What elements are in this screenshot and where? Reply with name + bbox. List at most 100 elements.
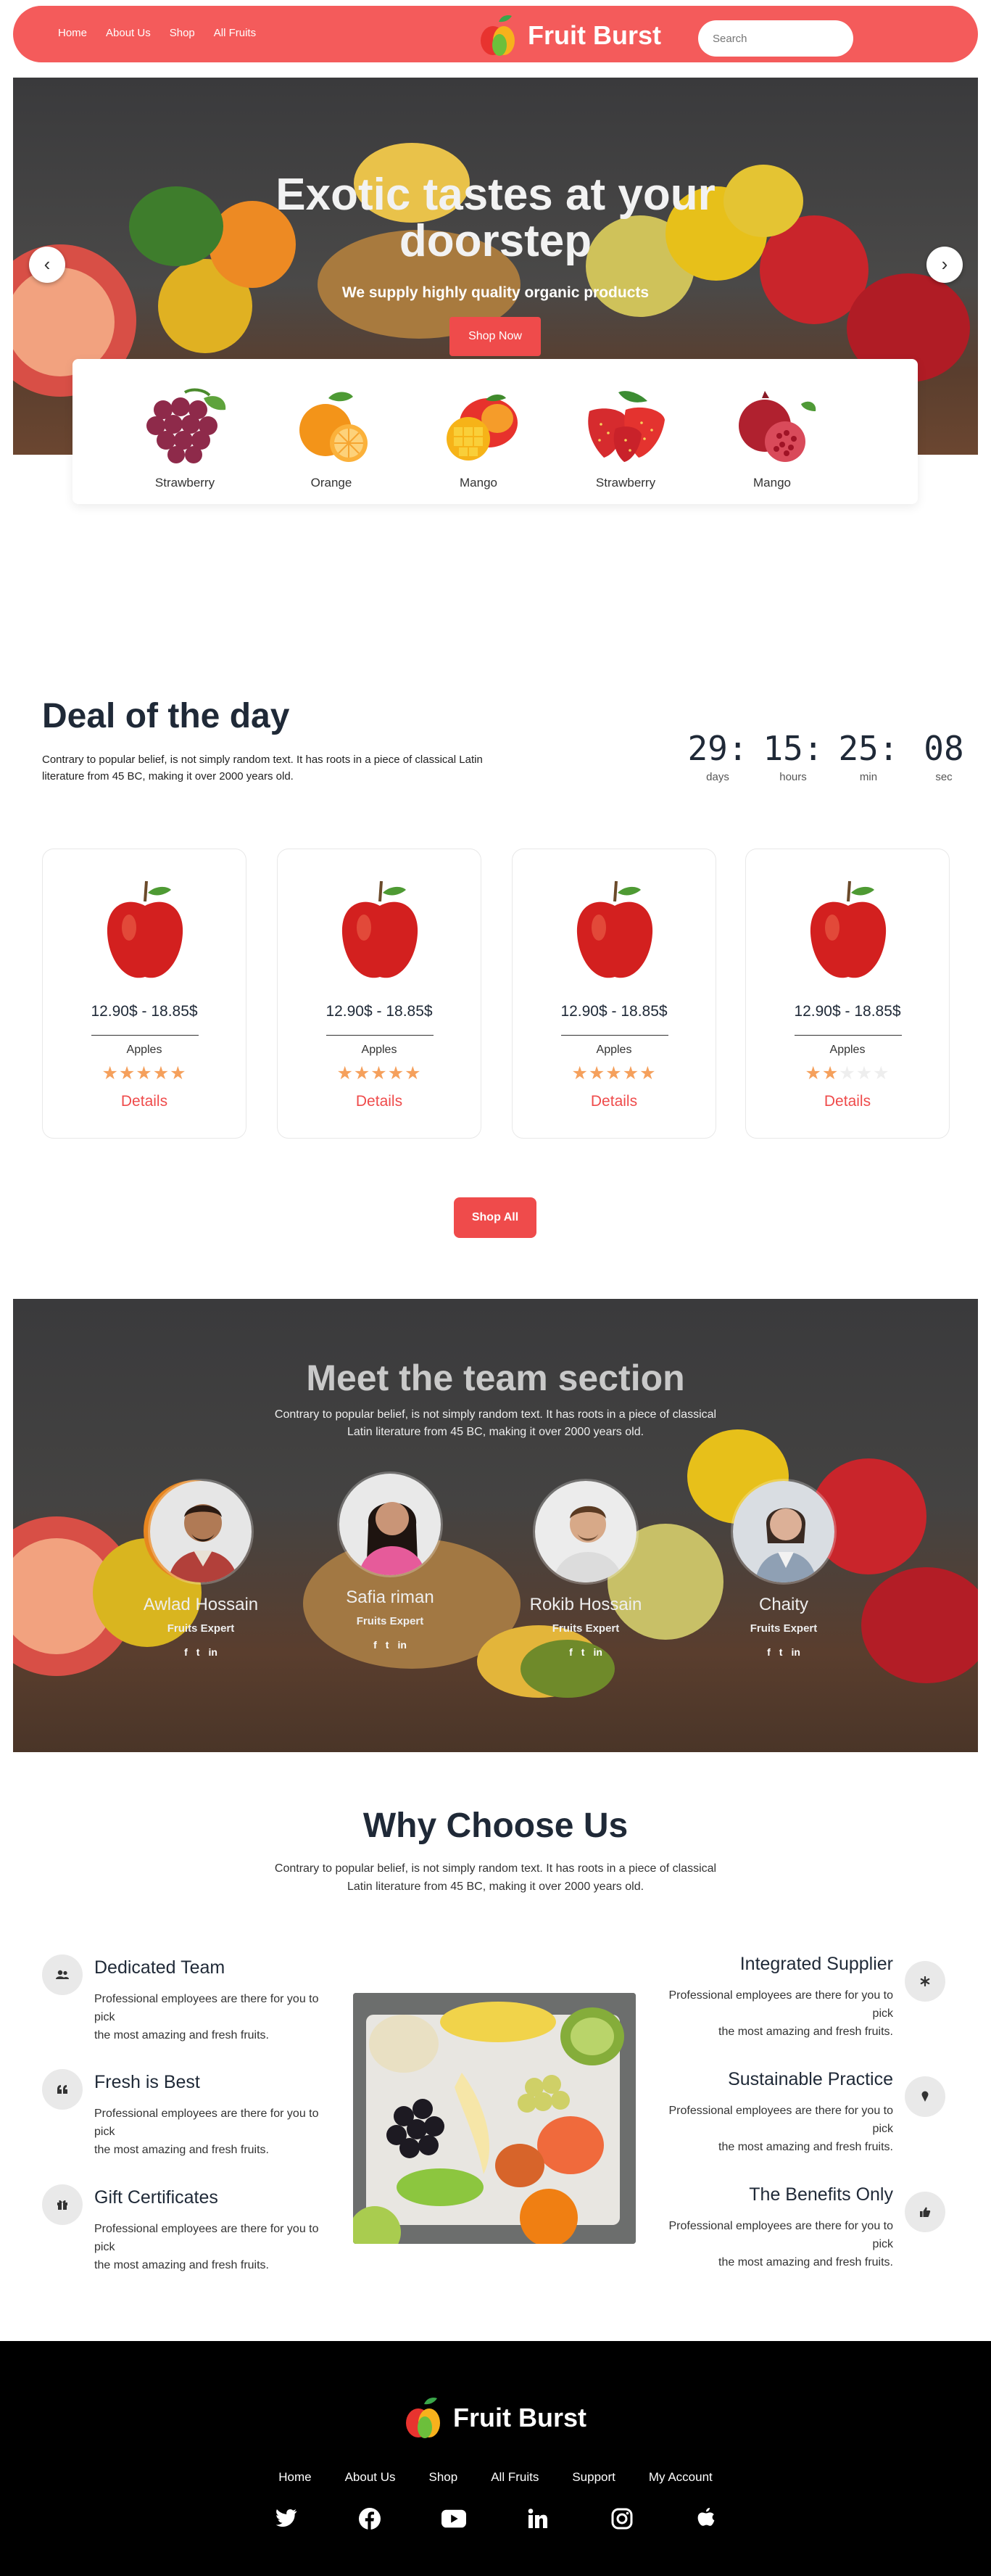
price-divider: [795, 1035, 902, 1036]
footer-link-all-fruits[interactable]: All Fruits: [491, 2470, 539, 2485]
product-rating-stars: ★★★★★: [746, 1062, 949, 1084]
search-input[interactable]: [698, 20, 853, 57]
product-rating-stars: ★★★★★: [43, 1062, 246, 1084]
fruit-category-item[interactable]: Mango: [424, 388, 533, 490]
product-price: 12.90$ - 18.85$: [794, 1003, 901, 1020]
team-member-name: Chaity: [758, 1595, 809, 1614]
linkedin-icon[interactable]: in: [397, 1639, 406, 1651]
facebook-icon[interactable]: f: [184, 1646, 188, 1658]
pomegranate-icon: [739, 391, 816, 462]
strawberry-icon: [588, 391, 665, 462]
product-name: Apples: [126, 1044, 162, 1056]
fruit-platter-image: [353, 1993, 636, 2244]
product-details-link[interactable]: Details: [43, 1093, 246, 1110]
asterisk-icon: [905, 1961, 945, 2002]
instagram-icon[interactable]: [610, 2506, 634, 2531]
nav-link-about[interactable]: About Us: [106, 27, 151, 39]
footer-link-about[interactable]: About Us: [345, 2470, 396, 2485]
brand-name: Fruit Burst: [528, 20, 661, 50]
linkedin-icon[interactable]: in: [208, 1646, 217, 1658]
nav-link-home[interactable]: Home: [58, 27, 87, 39]
team-member-card: Safia riman Fruits Expert f t in: [310, 1471, 470, 1651]
footer-links: Home About Us Shop All Fruits Support My…: [0, 2470, 991, 2485]
star-filled-icon: ★: [370, 1063, 388, 1083]
fruit-category-item[interactable]: Mango: [718, 388, 826, 490]
team-member-role: Fruits Expert: [552, 1622, 620, 1635]
nav-link-all-fruits[interactable]: All Fruits: [214, 27, 256, 39]
footer-social-icons: [0, 2506, 991, 2531]
facebook-icon[interactable]: f: [569, 1646, 573, 1658]
product-details-link[interactable]: Details: [746, 1093, 949, 1110]
team-section-title: Meet the team section: [306, 1358, 685, 1398]
star-filled-icon: ★: [571, 1063, 589, 1083]
fruit-category-item[interactable]: Strawberry: [571, 388, 680, 490]
deal-section-title: Deal of the day: [42, 697, 290, 735]
team-section-description: Contrary to popular belief, is not simpl…: [274, 1408, 717, 1438]
carousel-next-arrow[interactable]: ›: [926, 247, 963, 283]
team-member-photo: [731, 1479, 837, 1585]
linkedin-icon[interactable]: in: [593, 1646, 602, 1658]
footer-link-shop[interactable]: Shop: [429, 2470, 458, 2485]
timer-seconds: 08 sec: [924, 729, 964, 783]
twitter-icon[interactable]: t: [779, 1646, 783, 1658]
countdown-timer: 29: days 15: hours 25: min 08 sec: [680, 729, 982, 783]
shop-now-button[interactable]: Shop Now: [449, 317, 541, 356]
star-filled-icon: ★: [136, 1063, 153, 1083]
footer-link-home[interactable]: Home: [278, 2470, 311, 2485]
linkedin-icon[interactable]: in: [791, 1646, 800, 1658]
price-divider: [91, 1035, 199, 1036]
product-price: 12.90$ - 18.85$: [326, 1003, 433, 1020]
twitter-icon[interactable]: [273, 2506, 298, 2531]
star-filled-icon: ★: [118, 1063, 136, 1083]
product-name: Apples: [829, 1044, 866, 1056]
orange-icon: [299, 392, 368, 462]
mango-icon: [447, 395, 518, 461]
apple-image: [341, 880, 418, 978]
feature-text: Professional employees are there for you…: [668, 2220, 894, 2269]
product-card: 12.90$ - 18.85$ Apples ★★★★★ Details: [512, 849, 716, 1139]
feature-text: Professional employees are there for you…: [94, 2108, 319, 2156]
facebook-icon[interactable]: f: [767, 1646, 771, 1658]
brand-logo[interactable]: Fruit Burst: [477, 13, 661, 58]
twitter-icon[interactable]: t: [581, 1646, 585, 1658]
footer-brand-logo[interactable]: Fruit Burst: [402, 2395, 586, 2440]
star-filled-icon: ★: [821, 1063, 839, 1083]
product-details-link[interactable]: Details: [278, 1093, 481, 1110]
ice-cream-icon: [905, 2076, 945, 2117]
facebook-icon[interactable]: [357, 2506, 382, 2531]
carousel-prev-arrow[interactable]: ‹: [29, 247, 65, 283]
team-member-card: Chaity Fruits Expert f t in: [704, 1479, 863, 1658]
team-member-social: f t in: [310, 1639, 470, 1651]
hero-subtitle: We supply highly quality organic product…: [341, 284, 650, 301]
team-member-role: Fruits Expert: [167, 1622, 235, 1635]
feature-title: Fresh is Best: [94, 2072, 200, 2092]
team-member-role: Fruits Expert: [750, 1622, 818, 1635]
team-member-social: f t in: [121, 1646, 281, 1658]
star-filled-icon: ★: [805, 1063, 822, 1083]
why-section-title: Why Choose Us: [362, 1807, 629, 1845]
facebook-icon[interactable]: f: [373, 1639, 377, 1651]
feature-title: The Benefits Only: [749, 2184, 893, 2205]
star-filled-icon: ★: [101, 1063, 119, 1083]
product-details-link[interactable]: Details: [513, 1093, 716, 1110]
feature-text: Professional employees are there for you…: [94, 1993, 319, 2042]
twitter-icon[interactable]: t: [196, 1646, 200, 1658]
feature-title: Sustainable Practice: [728, 2069, 893, 2089]
fruit-category-item[interactable]: Strawberry: [130, 388, 239, 490]
product-name: Apples: [361, 1044, 397, 1056]
team-member-photo: [533, 1479, 639, 1585]
fruit-category-item[interactable]: Orange: [277, 388, 386, 490]
star-filled-icon: ★: [353, 1063, 371, 1083]
footer-link-my-account[interactable]: My Account: [649, 2470, 713, 2485]
team-member-photo: [148, 1479, 254, 1585]
nav-link-shop[interactable]: Shop: [170, 27, 195, 39]
product-card: 12.90$ - 18.85$ Apples ★★★★★ Details: [277, 849, 481, 1139]
apple-icon[interactable]: [694, 2506, 718, 2531]
twitter-icon[interactable]: t: [386, 1639, 389, 1651]
linkedin-icon[interactable]: [526, 2506, 550, 2531]
shop-all-button[interactable]: Shop All: [454, 1197, 536, 1238]
footer-link-support[interactable]: Support: [572, 2470, 615, 2485]
team-member-social: f t in: [506, 1646, 665, 1658]
team-member-role: Fruits Expert: [356, 1615, 424, 1627]
youtube-icon[interactable]: [441, 2506, 466, 2531]
